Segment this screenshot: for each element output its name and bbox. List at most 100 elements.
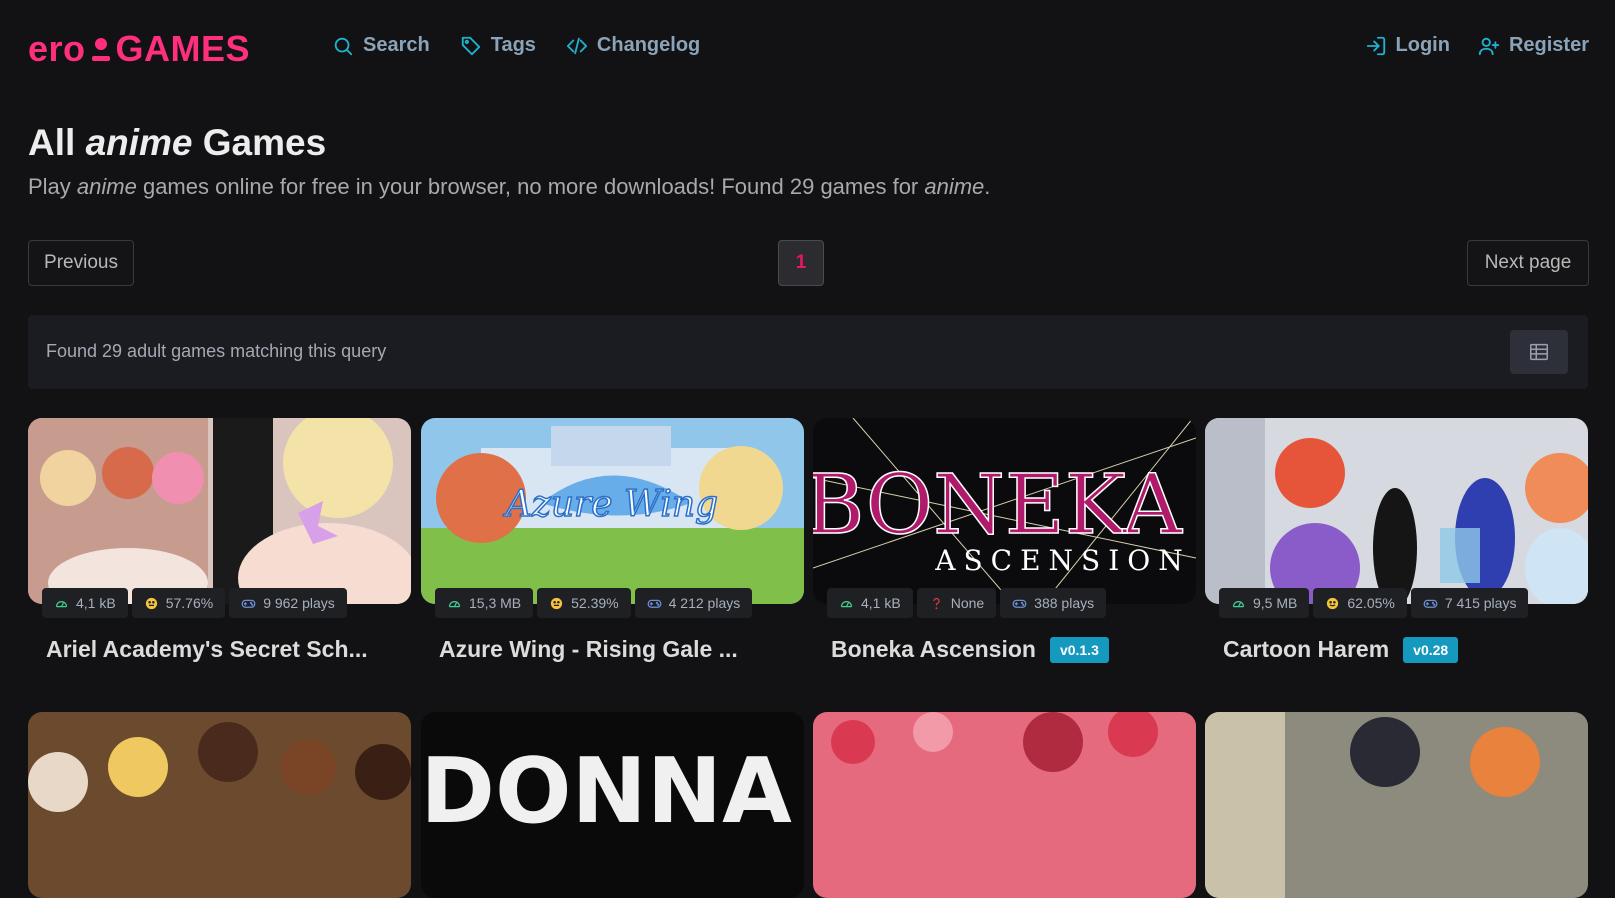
nav-tags-label: Tags [490,34,536,56]
gauge-icon [448,600,461,607]
title-tag: anime [85,122,193,163]
page-title: All anime Games [28,122,990,164]
register-label: Register [1508,34,1589,56]
game-title[interactable]: Cartoon Harem [1223,636,1389,663]
tag-icon [461,36,480,55]
game-thumbnail[interactable] [28,418,411,604]
nav-tags-link[interactable]: Tags [460,34,536,57]
rating-badge: 57.76% [131,588,226,618]
svg-text:Azure Wing: Azure Wing [503,484,718,525]
game-thumbnail[interactable] [28,712,411,898]
game-title[interactable]: Azure Wing - Rising Gale ... [439,636,738,663]
game-thumbnail[interactable] [813,712,1196,898]
game-stats: 4,1 kB 57.76% 9 962 plays [42,588,347,618]
thumbnail-artwork [813,712,1196,898]
title-prefix: All [28,122,86,163]
size-value: 15,3 MB [469,595,522,611]
game-stats: 4,1 kB None 388 plays [827,588,1107,618]
nav-changelog-label: Changelog [596,34,701,56]
results-bar: Found 29 adult games matching this query [28,315,1588,389]
size-badge: 4,1 kB [42,588,128,618]
plays-value: 388 plays [1034,595,1095,611]
rating-value: None [950,595,985,611]
gauge-icon [840,600,853,607]
game-title[interactable]: Boneka Ascension [831,636,1036,663]
game-thumbnail[interactable] [1205,712,1588,898]
login-label: Login [1395,34,1450,56]
results-count-text: Found 29 adult games matching this query [46,341,387,361]
table-icon [1530,343,1548,361]
gamepad-icon [241,599,256,608]
login-icon [1366,36,1385,55]
search-icon [334,37,353,55]
top-navbar: ero GAMES Search Tags Changelog Login Re… [0,0,1615,96]
game-thumbnail[interactable]: Azure Wing [421,418,804,604]
version-badge: v0.1.3 [1049,636,1109,663]
smile-icon [1325,596,1340,610]
size-value: 9,5 MB [1253,595,1298,611]
logo-symbol-icon [91,38,110,61]
gamepad-icon [647,599,661,608]
rating-badge: 62.05% [1313,588,1407,618]
game-thumbnail[interactable]: DONNA [421,712,804,898]
plays-value: 4 212 plays [668,595,741,611]
smile-icon [549,596,564,610]
thumbnail-artwork [28,418,411,604]
gamepad-icon [1423,599,1438,608]
size-badge: 15,3 MB [435,588,534,618]
gamepad-icon [1012,599,1027,608]
question-icon [933,597,940,609]
nav-search-link[interactable]: Search [332,34,430,57]
thumbnail-artwork: DONNA [421,712,804,898]
rating-badge: None [916,588,997,618]
next-page-button[interactable]: Next page [1467,240,1589,286]
game-thumbnail[interactable] [1205,418,1588,604]
code-icon [566,37,588,54]
version-badge: v0.28 [1403,636,1459,663]
plays-badge: 388 plays [1000,588,1107,618]
svg-text:ASCENSION: ASCENSION [934,544,1190,577]
nav-search-label: Search [363,34,430,56]
thumbnail-artwork: BONEKA ASCENSION [813,418,1196,604]
subtitle-end: . [984,174,991,199]
rating-value: 57.76% [165,595,214,611]
page-heading: All anime Games Play anime games online … [28,122,990,200]
gauge-icon [55,600,68,607]
nav-changelog-link[interactable]: Changelog [566,34,700,57]
thumbnail-artwork [1205,712,1588,898]
logo-text-right: GAMES [115,28,251,69]
gauge-icon [1232,600,1245,607]
game-stats: 9,5 MB 62.05% 7 415 plays [1219,588,1529,618]
subtitle-tag: anime [76,174,137,199]
size-value: 4,1 kB [76,595,116,611]
rating-value: 52.39% [571,595,619,611]
logo-text-left: ero [28,28,86,69]
plays-badge: 4 212 plays [634,588,753,618]
subtitle-middle: games online for free in your browser, n… [136,174,925,199]
game-stats: 15,3 MB 52.39% 4 212 plays [435,588,753,618]
plays-badge: 9 962 plays [229,588,347,618]
rating-value: 62.05% [1347,595,1395,611]
thumbnail-artwork [1205,418,1588,604]
size-value: 4,1 kB [861,595,901,611]
user-plus-icon [1478,37,1500,55]
list-view-toggle-button[interactable] [1510,330,1568,374]
game-thumbnail[interactable]: BONEKA ASCENSION [813,418,1196,604]
size-badge: 4,1 kB [827,588,913,618]
login-link[interactable]: Login [1365,34,1450,57]
plays-value: 9 962 plays [263,595,335,611]
game-title[interactable]: Ariel Academy's Secret Sch... [46,636,368,663]
site-logo[interactable]: ero GAMES [28,28,250,70]
page-1-button[interactable]: 1 [778,240,824,286]
subtitle-tag-2: anime [924,174,985,199]
register-link[interactable]: Register [1478,34,1589,57]
previous-page-button[interactable]: Previous [28,240,134,286]
thumbnail-artwork: Azure Wing [421,418,804,604]
svg-text:DONNA: DONNA [421,739,792,844]
smile-icon [144,596,159,610]
thumbnail-artwork [28,712,411,898]
plays-value: 7 415 plays [1444,595,1517,611]
subtitle-prefix: Play [28,174,77,199]
size-badge: 9,5 MB [1219,588,1310,618]
page-subtitle: Play anime games online for free in your… [28,174,990,200]
